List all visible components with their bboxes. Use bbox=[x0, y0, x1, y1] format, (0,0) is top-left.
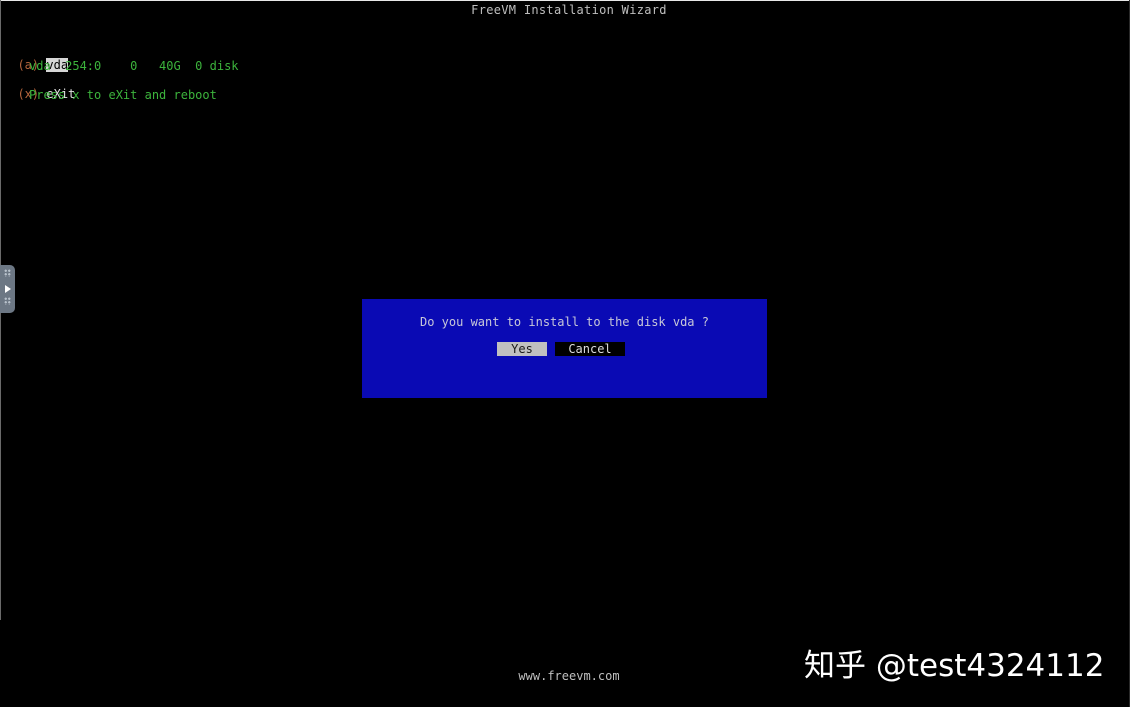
window-title: FreeVM Installation Wizard bbox=[471, 3, 667, 17]
watermark: 知乎 @test4324112 bbox=[804, 648, 1105, 684]
yes-button[interactable]: Yes bbox=[497, 342, 547, 356]
dialog-message: Do you want to install to the disk vda ? bbox=[420, 315, 709, 329]
side-panel-handle[interactable] bbox=[0, 265, 15, 313]
confirm-install-dialog: Do you want to install to the disk vda ?… bbox=[362, 299, 767, 398]
menu-detail-exit: Press x to eXit and reboot bbox=[29, 88, 217, 102]
expand-arrow-icon bbox=[5, 285, 11, 293]
grip-dots-top-icon bbox=[4, 269, 11, 277]
frame-top-border bbox=[0, 0, 1130, 1]
grip-dots-bottom-icon bbox=[4, 297, 11, 305]
cancel-button[interactable]: Cancel bbox=[555, 342, 625, 356]
menu-detail-vda: vda 254:0 0 40G 0 disk bbox=[29, 59, 239, 73]
